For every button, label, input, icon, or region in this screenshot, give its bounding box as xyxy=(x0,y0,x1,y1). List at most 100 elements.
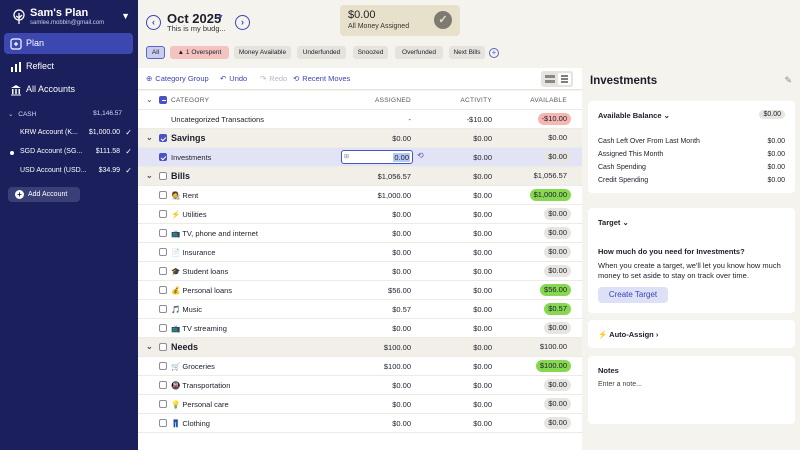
available-value[interactable]: $0.00 xyxy=(544,208,571,220)
row-checkbox[interactable] xyxy=(159,305,167,313)
available-value[interactable]: $0.00 xyxy=(544,227,571,239)
add-category-group-button[interactable]: ⊕ Category Group xyxy=(146,74,209,83)
category-name[interactable]: 💰 Personal loans xyxy=(171,286,232,295)
ready-to-assign-box[interactable]: $0.00 All Money Assigned ✓ xyxy=(340,5,460,36)
filter-underfunded[interactable]: Underfunded xyxy=(297,46,346,59)
assigned-value[interactable]: $0.00 xyxy=(392,324,411,333)
chevron-down-icon[interactable]: ⌄ xyxy=(146,133,153,142)
assigned-input[interactable]: ⊞ 0.00 xyxy=(341,150,413,164)
view-toggle[interactable] xyxy=(541,71,573,87)
category-name[interactable]: 📄 Insurance xyxy=(171,248,215,257)
category-row[interactable]: 👖 Clothing $0.00 $0.00 $0.00 xyxy=(138,414,582,433)
compact-view-option[interactable] xyxy=(558,73,571,85)
available-value[interactable]: -$10.00 xyxy=(537,113,571,125)
nav-plan[interactable]: Plan xyxy=(4,33,133,54)
nav-all-accounts[interactable]: All Accounts xyxy=(4,79,133,100)
chevron-down-icon[interactable]: ⌄ xyxy=(146,342,153,351)
category-row[interactable]: 📄 Insurance $0.00 $0.00 $0.00 xyxy=(138,243,582,262)
assigned-value[interactable]: $0.00 xyxy=(392,210,411,219)
next-month-button[interactable]: › xyxy=(235,15,250,30)
row-checkbox[interactable] xyxy=(159,134,167,142)
plan-switcher[interactable]: Sam's Plan samlee.mobbin@gmail.com ▼ xyxy=(8,6,134,30)
activity-value[interactable]: $0.00 xyxy=(473,286,492,295)
recent-moves-button[interactable]: ⟲ Recent Moves xyxy=(293,74,350,83)
category-name[interactable]: 🎓 Student loans xyxy=(171,267,228,276)
activity-value[interactable]: $0.00 xyxy=(473,362,492,371)
assigned-value[interactable]: $0.00 xyxy=(392,229,411,238)
auto-assign-toggle[interactable]: ⚡ Auto-Assign › xyxy=(598,330,658,339)
activity-value[interactable]: $0.00 xyxy=(473,305,492,314)
row-checkbox[interactable] xyxy=(159,381,167,389)
category-name[interactable]: Savings xyxy=(171,133,206,143)
activity-value[interactable]: $0.00 xyxy=(473,191,492,200)
available-value[interactable]: $56.00 xyxy=(540,284,571,296)
category-row[interactable]: 🎵 Music $0.57 $0.00 $0.57 xyxy=(138,300,582,319)
category-name[interactable]: 📺 TV, phone and internet xyxy=(171,229,258,238)
account-item-sgd[interactable]: SGD Account (SG... $111.58 ✓ xyxy=(8,146,134,160)
assigned-value[interactable]: $0.00 xyxy=(392,400,411,409)
category-row[interactable]: Investments ⊞ 0.00 ⟲ $0.00 $0.00 xyxy=(138,148,582,167)
row-checkbox[interactable] xyxy=(159,400,167,408)
category-name[interactable]: Bills xyxy=(171,171,190,181)
collapse-all-icon[interactable]: ⌄ xyxy=(146,95,153,104)
category-name[interactable]: Uncategorized Transactions xyxy=(171,115,264,124)
activity-value[interactable]: $0.00 xyxy=(473,324,492,333)
add-filter-button[interactable]: + xyxy=(489,48,499,58)
activity-value[interactable]: $0.00 xyxy=(473,381,492,390)
activity-value[interactable]: $0.00 xyxy=(473,419,492,428)
filter-overfunded[interactable]: Overfunded xyxy=(395,46,443,59)
target-toggle[interactable]: Target ⌄ xyxy=(598,218,629,227)
row-checkbox[interactable] xyxy=(159,210,167,218)
category-name[interactable]: 🚇 Transportation xyxy=(171,381,230,390)
available-value[interactable]: $0.57 xyxy=(544,303,571,315)
available-value[interactable]: $0.00 xyxy=(544,379,571,391)
row-checkbox[interactable] xyxy=(159,324,167,332)
filter-overspent[interactable]: ▲ 1 Overspent xyxy=(170,46,229,59)
caret-down-icon[interactable]: ▼ xyxy=(217,14,224,21)
available-balance-toggle[interactable]: Available Balance ⌄ xyxy=(598,111,670,120)
activity-value[interactable]: $0.00 xyxy=(473,400,492,409)
row-checkbox[interactable] xyxy=(159,267,167,275)
assigned-value[interactable]: $0.00 xyxy=(392,267,411,276)
filter-next-bills[interactable]: Next Bills xyxy=(449,46,485,59)
inspector-title[interactable]: Investments xyxy=(590,75,657,87)
filter-money-available[interactable]: Money Available xyxy=(234,46,291,59)
category-name[interactable]: 💡 Personal care xyxy=(171,400,229,409)
nav-reflect[interactable]: Reflect xyxy=(4,56,133,77)
available-value[interactable]: $100.00 xyxy=(535,360,571,372)
assigned-value[interactable]: - xyxy=(409,115,412,124)
row-checkbox[interactable] xyxy=(159,286,167,294)
category-row[interactable]: 🎓 Student loans $0.00 $0.00 $0.00 xyxy=(138,262,582,281)
activity-value[interactable]: $0.00 xyxy=(473,267,492,276)
category-group-row[interactable]: ⌄ Bills $1,056.57 $0.00 $1,056.57 xyxy=(138,167,582,186)
assigned-value[interactable]: $1,000.00 xyxy=(378,191,411,200)
available-value[interactable]: $0.00 xyxy=(544,246,571,258)
category-name[interactable]: 🎵 Music xyxy=(171,305,202,314)
chevron-down-icon[interactable]: ⌄ xyxy=(146,171,153,180)
filter-all[interactable]: All xyxy=(146,46,165,59)
row-checkbox[interactable] xyxy=(159,172,167,180)
create-target-button[interactable]: Create Target xyxy=(598,287,668,303)
row-checkbox[interactable] xyxy=(159,153,167,161)
category-row[interactable]: 📺 TV, phone and internet $0.00 $0.00 $0.00 xyxy=(138,224,582,243)
activity-value[interactable]: $0.00 xyxy=(473,248,492,257)
assigned-value[interactable]: $0.00 xyxy=(392,381,411,390)
notes-input[interactable]: Enter a note... xyxy=(598,381,642,388)
category-group-row[interactable]: ⌄ Savings $0.00 $0.00 $0.00 xyxy=(138,129,582,148)
row-checkbox[interactable] xyxy=(159,248,167,256)
assigned-value[interactable]: $0.57 xyxy=(392,305,411,314)
activity-value[interactable]: $0.00 xyxy=(473,210,492,219)
redo-button[interactable]: ↷ Redo xyxy=(260,74,287,83)
row-checkbox[interactable] xyxy=(159,419,167,427)
account-item-krw[interactable]: KRW Account (K... $1,000.00 ✓ xyxy=(8,127,134,141)
assigned-value[interactable]: $0.00 xyxy=(392,248,411,257)
category-name[interactable]: ⚡ Utilities xyxy=(171,210,207,219)
activity-value[interactable]: $0.00 xyxy=(473,153,492,162)
row-checkbox[interactable] xyxy=(159,343,167,351)
category-row[interactable]: Uncategorized Transactions - -$10.00 -$10.0… xyxy=(138,110,582,129)
available-value[interactable]: $0.00 xyxy=(544,417,571,429)
available-value[interactable]: $0.00 xyxy=(544,151,571,163)
history-icon[interactable]: ⟲ xyxy=(417,151,424,160)
cash-group-header[interactable]: ⌄ CASH $1,146.57 xyxy=(8,110,134,118)
row-checkbox[interactable] xyxy=(159,229,167,237)
